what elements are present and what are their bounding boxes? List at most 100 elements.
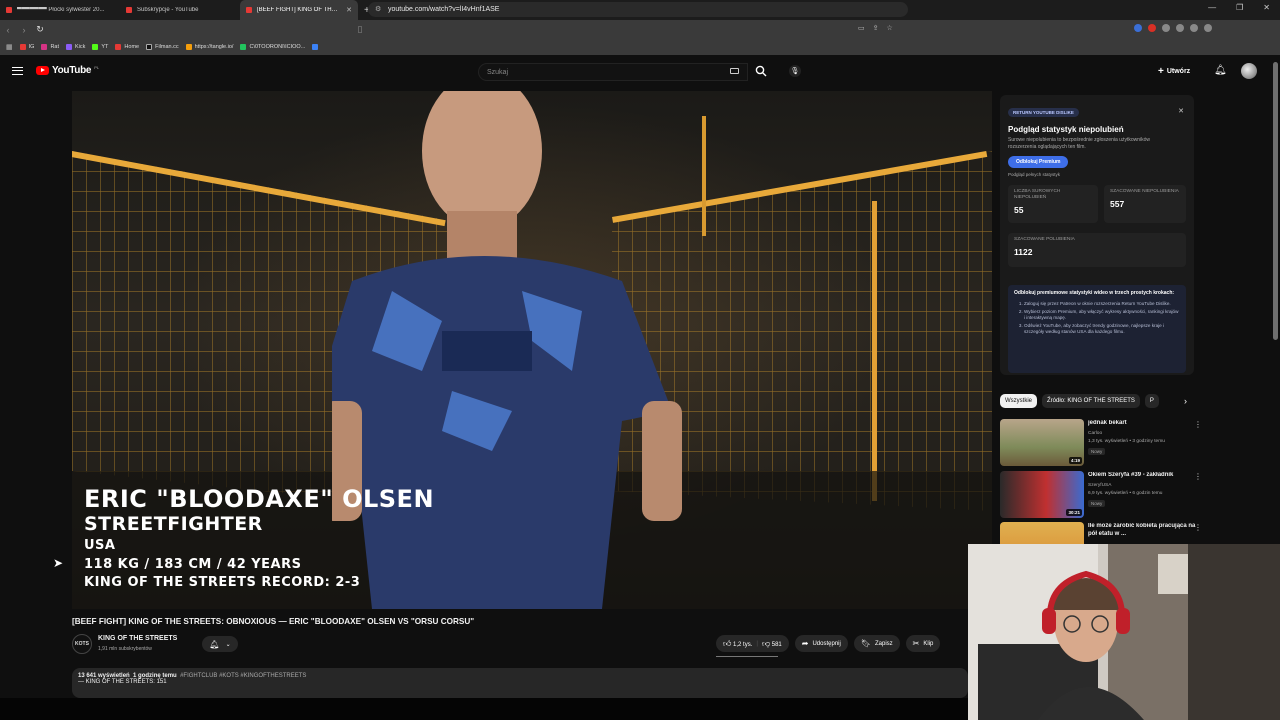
hashtags[interactable]: #FIGHTCLUB #KOTS #KINGOFTHESTREETS bbox=[180, 673, 306, 679]
dislike-button[interactable]: 👎︎ 581 bbox=[762, 639, 782, 649]
ryd-subtitle: Surowe niepolubienia to bezpośrednie zgł… bbox=[1008, 137, 1151, 150]
recommended-channel[interactable]: SzeryfUSA bbox=[1088, 483, 1111, 488]
chip-source[interactable]: Źródło: KING OF THE STREETS bbox=[1042, 394, 1140, 408]
close-tab-icon[interactable]: ✕ bbox=[346, 6, 352, 14]
clip-label: Klip bbox=[923, 640, 934, 647]
recommended-channel[interactable]: Carloo bbox=[1088, 431, 1102, 436]
recommended-video[interactable]: Ile może zarobić kobieta pracująca na pó… bbox=[1000, 522, 1205, 544]
extension-icon[interactable] bbox=[1134, 24, 1142, 32]
unlock-premium-button[interactable]: Odblokuj Premium bbox=[1008, 156, 1069, 168]
bookmark-favicon-icon bbox=[240, 44, 247, 50]
apps-grid-icon[interactable]: ▦ bbox=[6, 43, 13, 51]
bookmark-item[interactable]: C\0TOORONI\ICIOO... bbox=[240, 44, 305, 50]
save-button[interactable]: 🔖︎ Zapisz bbox=[853, 635, 900, 652]
video-thumbnail[interactable]: 4:19 bbox=[1000, 419, 1084, 466]
more-options-icon[interactable]: ⋮ bbox=[1194, 523, 1202, 532]
forward-icon[interactable]: › bbox=[16, 25, 32, 35]
close-icon[interactable]: ✕ bbox=[1178, 107, 1184, 115]
search-input[interactable]: Szukaj bbox=[478, 63, 748, 81]
menu-icon[interactable] bbox=[12, 67, 23, 75]
chip-more[interactable]: P bbox=[1144, 394, 1159, 408]
site-info-icon[interactable]: ⚙ bbox=[375, 5, 381, 13]
bookmark-favicon-icon bbox=[312, 44, 319, 50]
more-options-icon[interactable]: ⋮ bbox=[1194, 472, 1202, 481]
back-icon[interactable]: ‹ bbox=[0, 25, 16, 35]
cast-icon[interactable]: ▭ bbox=[858, 24, 865, 32]
channel-name[interactable]: KING OF THE STREETS bbox=[98, 635, 177, 642]
stat-label: SZACOWANE POLUBIENIA bbox=[1014, 237, 1075, 242]
bookmark-icon[interactable]: ▯ bbox=[352, 24, 368, 35]
keyboard-icon[interactable] bbox=[730, 68, 739, 74]
instagram-icon bbox=[41, 44, 48, 50]
video-thumbnail[interactable]: 30:21 bbox=[1000, 471, 1084, 518]
fighter-name: ERIC "BLOODAXE" OLSEN bbox=[84, 485, 435, 513]
video-thumbnail[interactable] bbox=[1000, 522, 1084, 544]
share-button[interactable]: ➦ Udostępnij bbox=[794, 635, 848, 652]
premium-step: Odśwież YouTube, aby zobaczyć trendy god… bbox=[1024, 323, 1180, 335]
description-box[interactable]: 13 641 wyświetleń 1 godzinę temu #FIGHTC… bbox=[72, 668, 968, 698]
bookmark-item[interactable]: Kick bbox=[66, 44, 85, 50]
clip-button[interactable]: ✂ Klip bbox=[905, 635, 941, 652]
recommended-title[interactable]: Ile może zarobić kobieta pracująca na pó… bbox=[1088, 523, 1198, 539]
recommended-meta: 6,9 tys. wyświetleń • 6 godzin temu bbox=[1088, 491, 1163, 496]
bookmark-item[interactable]: YT bbox=[92, 44, 108, 50]
search-icon[interactable] bbox=[755, 65, 767, 77]
create-button[interactable]: + Utwórz bbox=[1158, 64, 1190, 78]
fighter-style: STREETFIGHTER bbox=[84, 513, 263, 535]
more-options-icon[interactable]: ⋮ bbox=[1194, 420, 1202, 429]
extension-icon[interactable] bbox=[1204, 24, 1212, 32]
browser-tab-active[interactable]: [BEEF FIGHT] KING OF THE ST... ✕ bbox=[240, 0, 358, 20]
extension-icon[interactable] bbox=[1190, 24, 1198, 32]
bookmark-item[interactable] bbox=[312, 44, 321, 50]
extension-icon[interactable] bbox=[1148, 24, 1156, 32]
maximize-icon[interactable]: ❐ bbox=[1236, 3, 1243, 12]
stat-label: LICZBA SUROWYCH NIEPOLUBIEŃ bbox=[1014, 189, 1061, 200]
youtube-play-icon bbox=[36, 66, 49, 75]
avatar[interactable] bbox=[1241, 63, 1257, 79]
star-icon[interactable]: ☆ bbox=[887, 24, 893, 32]
bookmark-item[interactable]: Home bbox=[115, 44, 139, 50]
recommended-video[interactable]: 30:21 Okiem Szeryfa #39 - zakładnik Szer… bbox=[1000, 471, 1205, 519]
bookmark-item[interactable]: Filman.cc bbox=[146, 44, 179, 50]
recommended-title[interactable]: Okiem Szeryfa #39 - zakładnik bbox=[1088, 472, 1198, 478]
save-label: Zapisz bbox=[874, 640, 893, 647]
recommended-video[interactable]: 4:19 jednak bekart Carloo 1,3 tys. wyświ… bbox=[1000, 419, 1205, 467]
puzzle-icon[interactable] bbox=[1176, 24, 1184, 32]
microphone-icon[interactable]: 🎙 bbox=[789, 65, 801, 77]
chevron-right-icon[interactable]: › bbox=[1184, 396, 1187, 406]
url-field[interactable]: ⚙ youtube.com/watch?v=lI4vHnf1ASE bbox=[368, 2, 908, 17]
video-player[interactable]: ERIC "BLOODAXE" OLSEN STREETFIGHTER USA … bbox=[72, 91, 992, 609]
youtube-logo[interactable]: YouTube PL bbox=[36, 65, 99, 76]
minimize-icon[interactable]: — bbox=[1208, 3, 1216, 12]
bookmark-item[interactable]: Rat bbox=[41, 44, 59, 50]
page-scrollbar[interactable] bbox=[1273, 62, 1278, 340]
close-window-icon[interactable]: ✕ bbox=[1263, 3, 1270, 12]
country-code: PL bbox=[94, 65, 100, 70]
youtube-icon bbox=[115, 44, 122, 50]
reload-icon[interactable]: ↻ bbox=[32, 24, 48, 35]
webcam-overlay bbox=[968, 544, 1280, 720]
chip-all[interactable]: Wszystkie bbox=[1000, 394, 1037, 408]
share-icon[interactable]: ⇪ bbox=[873, 24, 879, 32]
bookmark-item[interactable]: IG bbox=[19, 44, 34, 50]
raw-dislikes-card: LICZBA SUROWYCH NIEPOLUBIEŃ 55 bbox=[1008, 185, 1098, 223]
notifications-icon[interactable]: 🔔︎ bbox=[1214, 65, 1227, 76]
tab-title: Subskrypcje - YouTube bbox=[137, 7, 199, 13]
bookmark-item[interactable]: https://tangle.io/ bbox=[185, 44, 233, 50]
like-ratio-bar bbox=[716, 656, 778, 657]
new-badge: Nowy bbox=[1088, 448, 1106, 455]
browser-tab[interactable]: Subskrypcje - YouTube bbox=[120, 0, 240, 20]
logo-text: YouTube bbox=[52, 65, 92, 76]
plus-icon: + bbox=[1158, 65, 1164, 77]
address-bar-row: ‹ › ↻ ▯ bbox=[0, 20, 1280, 39]
extension-icon[interactable] bbox=[1162, 24, 1170, 32]
premium-step: Zaloguj się przez Patreon w oknie rozsze… bbox=[1024, 301, 1180, 307]
subscription-bell-button[interactable]: 🔔︎ ⌄ bbox=[202, 636, 238, 652]
recommended-title[interactable]: jednak bekart bbox=[1088, 420, 1198, 426]
channel-avatar[interactable]: KOTS bbox=[72, 634, 92, 654]
share-label: Udostępnij bbox=[812, 640, 841, 647]
chevron-down-icon: ⌄ bbox=[225, 641, 231, 648]
like-button[interactable]: 👍︎ 1,2 tys. bbox=[723, 639, 752, 649]
full-stats-link[interactable]: Podgląd pełnych statystyk bbox=[1008, 172, 1186, 177]
browser-tab[interactable]: ▀▀▀▀▀▀▀ Płocki sylwester 20... bbox=[0, 0, 120, 20]
